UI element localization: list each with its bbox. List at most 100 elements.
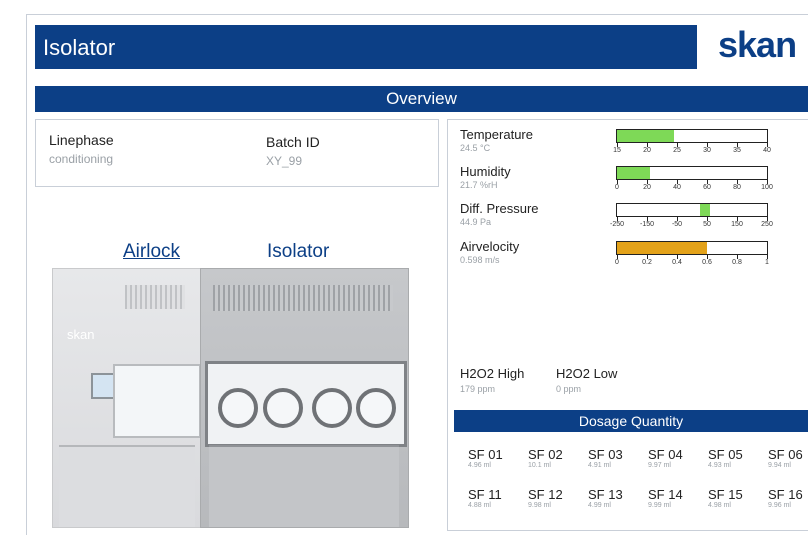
airlock-unit: skan	[52, 268, 202, 528]
meter-label-0: Temperature	[460, 127, 533, 142]
dosage-item: SF 06 9.94 ml	[768, 447, 808, 469]
meter-tick-label: 100	[761, 184, 773, 191]
airlock-vent	[125, 285, 185, 309]
meter-fill-3	[617, 242, 707, 254]
meter-tick-label: 40	[763, 147, 771, 154]
dosage-item: SF 13 4.99 ml	[588, 487, 644, 509]
dosage-quantity-header: Dosage Quantity	[454, 410, 808, 432]
airlock-window	[113, 364, 201, 438]
meter-tick-label: 20	[643, 147, 651, 154]
meter-fill-0	[617, 130, 674, 142]
meter-tick-label: -250	[609, 221, 625, 228]
dosage-item-name: SF 01	[468, 447, 503, 462]
meter-tick-label: 20	[643, 184, 651, 191]
glove-port-4	[356, 388, 396, 428]
dosage-item-value: 9.99 ml	[648, 502, 671, 509]
dosage-item-name: SF 11	[468, 487, 502, 502]
meter-value-0: 24.5 °C	[460, 143, 491, 153]
airlock-base	[59, 445, 195, 527]
meter-tick-label: -150	[639, 221, 655, 228]
dosage-item-name: SF 02	[528, 447, 563, 462]
dosage-item-name: SF 13	[588, 487, 623, 502]
dosage-item-name: SF 05	[708, 447, 743, 462]
dosage-item: SF 04 9.97 ml	[648, 447, 704, 469]
meter-tick-label: 50	[703, 221, 711, 228]
brand-logo: skan	[718, 24, 797, 65]
meter-tick-label: -50	[671, 221, 683, 228]
meter-tick-label: 150	[731, 221, 743, 228]
isolator-window	[205, 361, 407, 447]
dosage-item-value: 4.93 ml	[708, 462, 731, 469]
meter-value-2: 44.9 Pa	[460, 217, 492, 227]
isolator-label: Isolator	[267, 241, 330, 262]
batch-id-label: Batch ID	[266, 134, 320, 150]
meter-bar-1: 0 20 40 60 80 100	[615, 166, 773, 191]
dosage-item-name: SF 15	[708, 487, 743, 502]
isolator-base	[209, 445, 399, 527]
meter-tick-label: 250	[761, 221, 773, 228]
dosage-item: SF 05 4.93 ml	[708, 447, 764, 469]
dosage-item-value: 4.96 ml	[468, 462, 491, 469]
glove-port-2	[263, 388, 303, 428]
control-screen	[91, 373, 115, 399]
dosage-item-value: 9.98 ml	[528, 502, 551, 509]
dosage-item: SF 15 4.98 ml	[708, 487, 764, 509]
meter-tick-label: 0.2	[642, 259, 652, 266]
dosage-item-value: 4.88 ml	[468, 502, 491, 509]
linephase-value: conditioning	[49, 152, 114, 166]
h2o2-low-label: H2O2 Low	[556, 366, 618, 381]
meter-tick-label: 0	[615, 259, 619, 266]
airlock-link[interactable]: Airlock	[123, 241, 180, 263]
meter-tick-label: 60	[703, 184, 711, 191]
meter-tick-label: 30	[703, 147, 711, 154]
machine-brand-label: skan	[67, 327, 95, 342]
dosage-item: SF 02 10.1 ml	[528, 447, 584, 469]
status-panel: Linephase conditioning Batch ID XY_99	[35, 119, 439, 187]
meter-bar-3: 0 0.2 0.4 0.6 0.8 1	[615, 241, 769, 266]
measurements-panel	[447, 119, 808, 531]
meter-fill-2	[700, 204, 711, 216]
dosage-item-name: SF 12	[528, 487, 563, 502]
dosage-item-name: SF 16	[768, 487, 803, 502]
meter-tick-label: 0.4	[672, 259, 682, 266]
meter-tick-label: 15	[613, 147, 621, 154]
overview-header: Overview	[35, 86, 808, 112]
dosage-item-value: 4.98 ml	[708, 502, 731, 509]
glove-port-3	[312, 388, 352, 428]
meter-fill-1	[617, 167, 650, 179]
isolator-machine-image: skan	[52, 268, 409, 528]
meter-tick-label: 80	[733, 184, 741, 191]
meter-tick-label: 0.8	[732, 259, 742, 266]
h2o2-high-label: H2O2 High	[460, 366, 525, 381]
h2o2-low-value: 0 ppm	[556, 384, 582, 394]
dosage-item-value: 4.99 ml	[588, 502, 611, 509]
linephase-label: Linephase	[49, 132, 114, 148]
dosage-item-value: 10.1 ml	[528, 462, 551, 469]
meter-tick-label: 0	[615, 184, 619, 191]
dosage-item-value: 9.94 ml	[768, 462, 791, 469]
meter-value-1: 21.7 %rH	[460, 180, 498, 190]
dosage-item-value: 4.91 ml	[588, 462, 611, 469]
dosage-item-name: SF 04	[648, 447, 683, 462]
meter-tick-label: 0.6	[702, 259, 712, 266]
dosage-item-name: SF 03	[588, 447, 623, 462]
meter-bar-2: -250 -150 -50 50 150 250	[610, 203, 773, 228]
meter-tick-label: 1	[765, 259, 769, 266]
h2o2-high-value: 179 ppm	[460, 384, 496, 394]
glove-port-1	[218, 388, 258, 428]
meter-tick-label: 25	[673, 147, 681, 154]
dosage-item-name: SF 06	[768, 447, 803, 462]
dosage-item: SF 01 4.96 ml	[468, 447, 524, 469]
dosage-item-value: 9.96 ml	[768, 502, 791, 509]
meter-tick-label: 35	[733, 147, 741, 154]
isolator-vent	[213, 285, 393, 311]
meter-label-1: Humidity	[460, 164, 511, 179]
dosage-item: SF 12 9.98 ml	[528, 487, 584, 509]
batch-id-value: XY_99	[266, 154, 303, 168]
meter-label-3: Airvelocity	[460, 239, 520, 254]
page-title: Isolator	[43, 35, 116, 60]
meter-tick-label: 40	[673, 184, 681, 191]
dosage-item-name: SF 14	[648, 487, 683, 502]
dosage-item: SF 16 9.96 ml	[768, 487, 808, 509]
title-bar: Isolator	[35, 25, 697, 69]
